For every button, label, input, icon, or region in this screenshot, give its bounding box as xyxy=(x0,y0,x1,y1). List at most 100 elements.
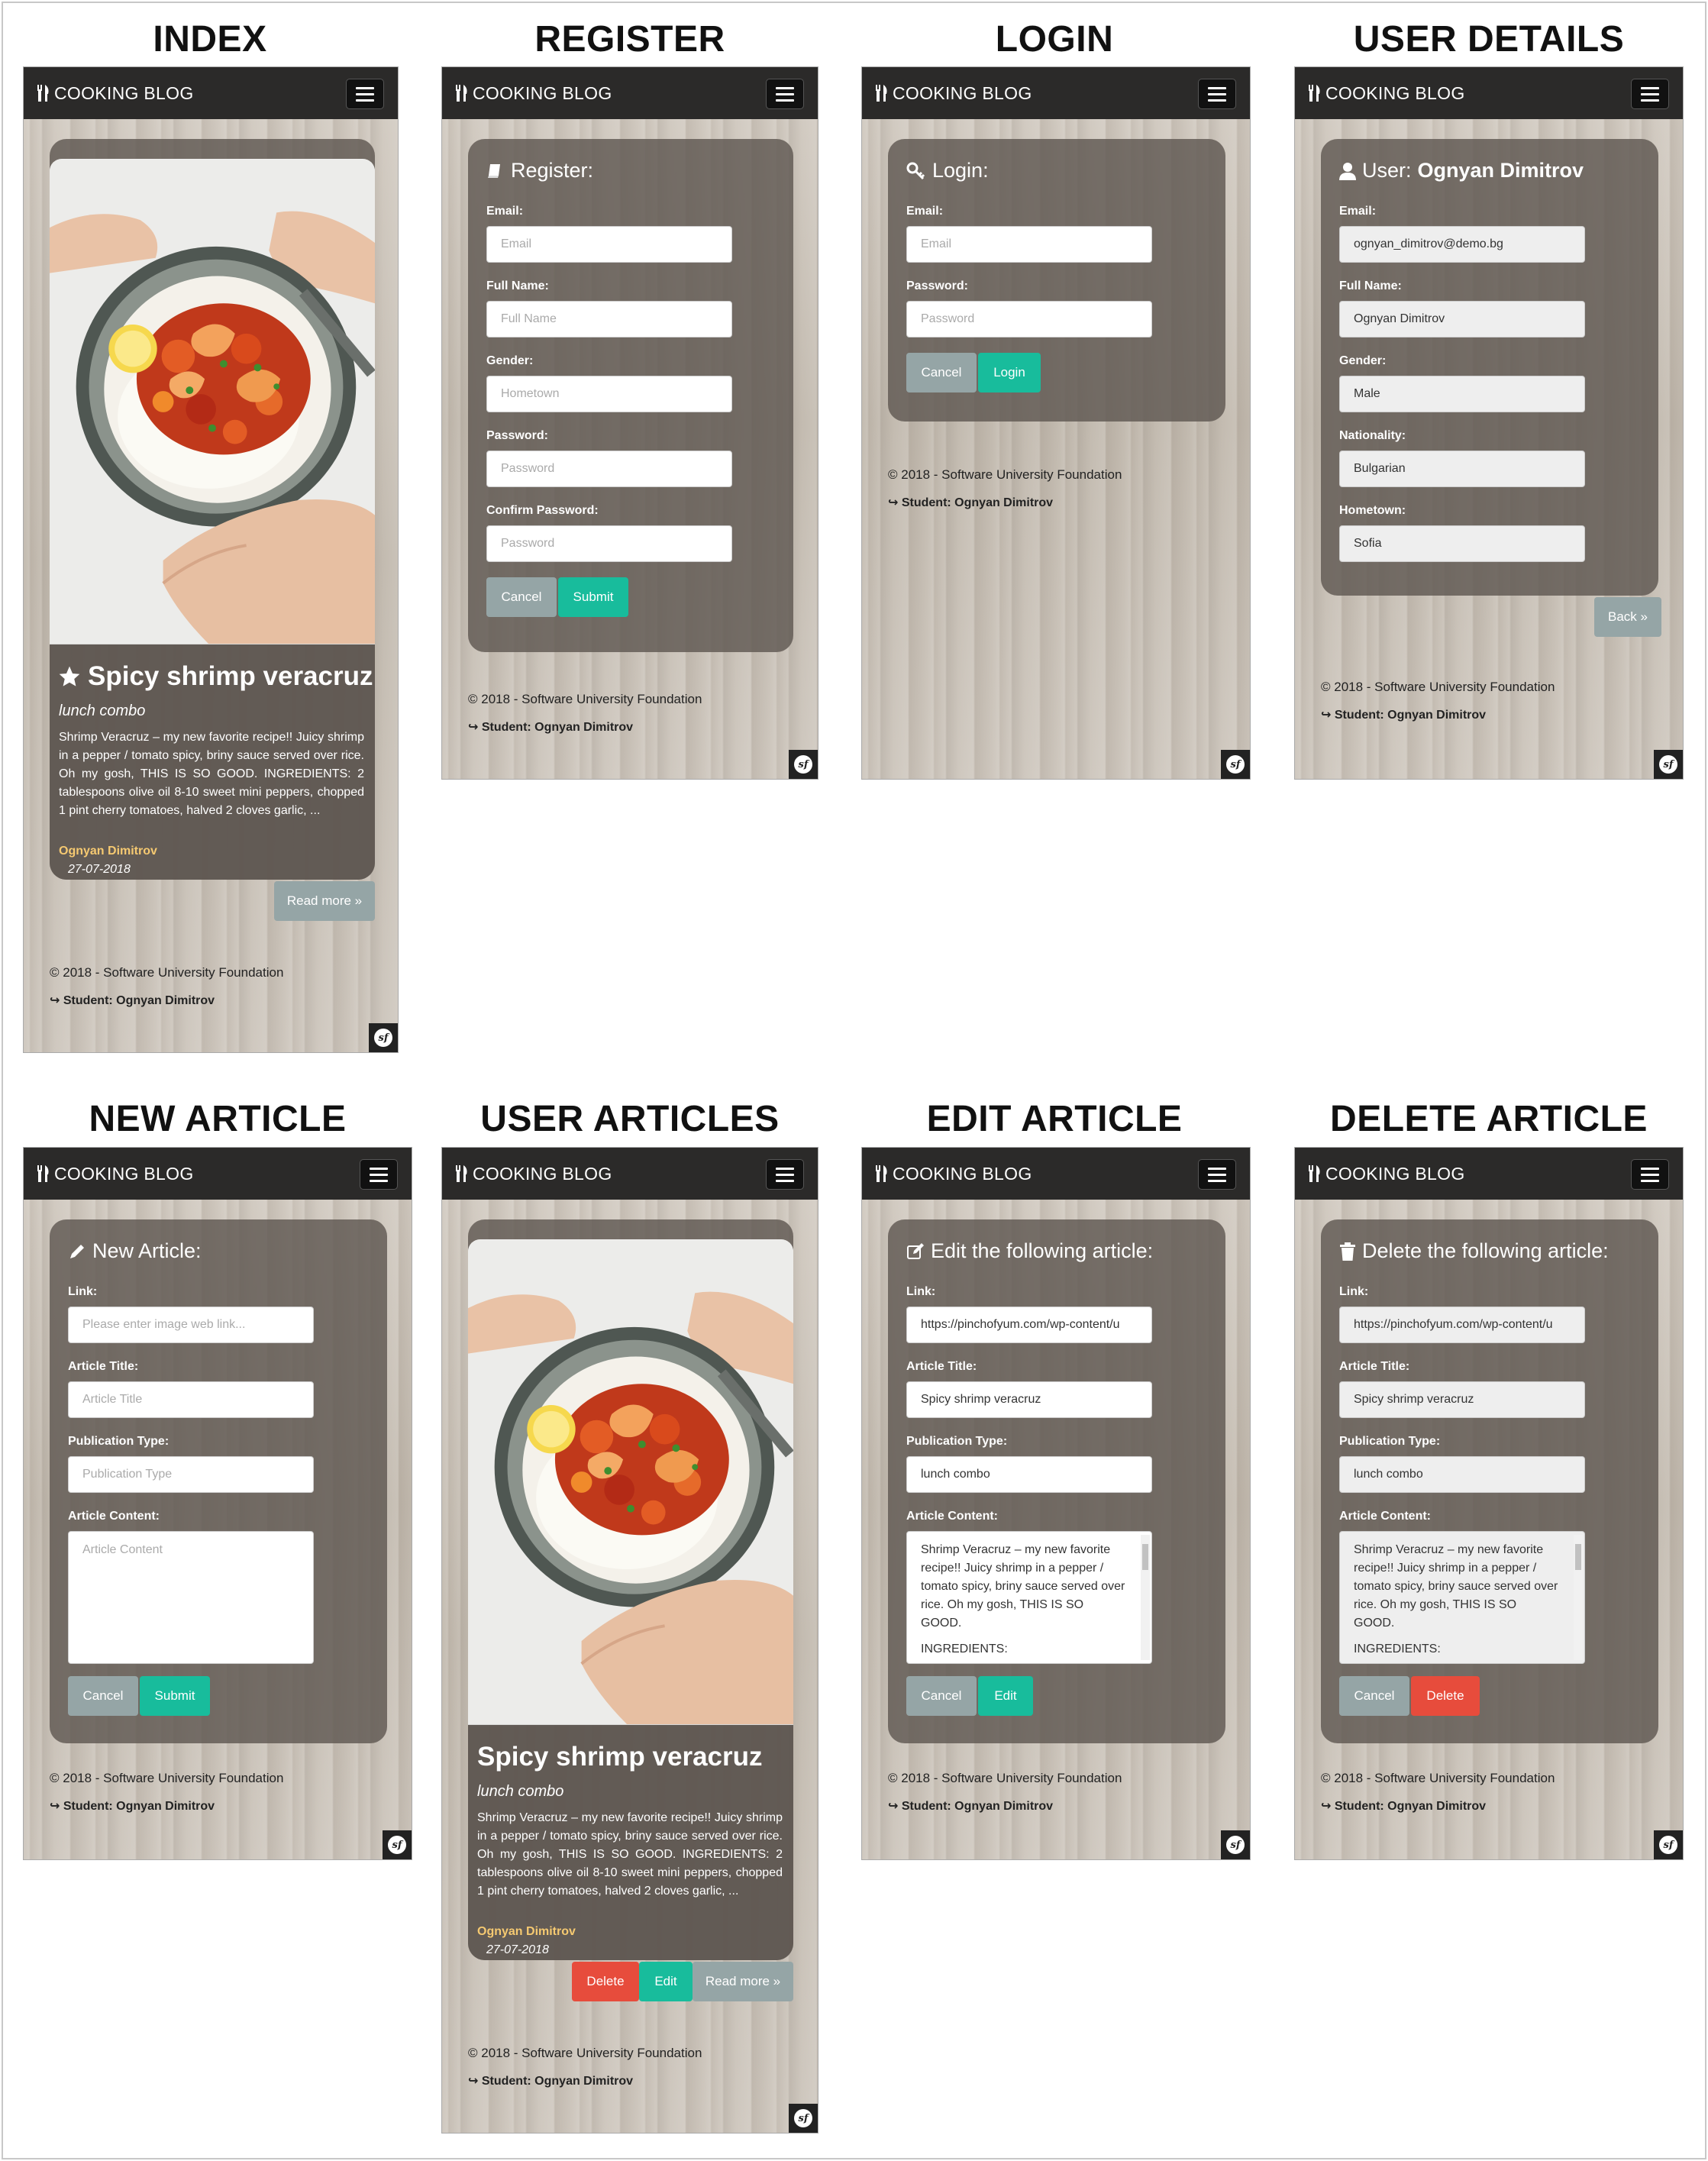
user-icon xyxy=(1339,162,1356,180)
edit-button[interactable]: Edit xyxy=(639,1962,693,2001)
publication-type-label: Publication Type: xyxy=(68,1435,170,1448)
textarea-scrollbar[interactable] xyxy=(1141,1535,1150,1660)
footer-student: ↪ Student: Ognyan Dimitrov xyxy=(888,1800,1054,1813)
symfony-toolbar-icon[interactable]: sf xyxy=(789,750,818,779)
navbar: COOKING BLOG xyxy=(1295,1148,1683,1200)
email-field[interactable]: Email xyxy=(906,226,1152,263)
article-content-field[interactable]: Shrimp Veracruz – my new favorite recipe… xyxy=(906,1531,1152,1664)
article-excerpt: Shrimp Veracruz – my new favorite recipe… xyxy=(477,1811,783,1898)
email-field[interactable]: Email xyxy=(486,226,732,263)
publication-type-label: Publication Type: xyxy=(1339,1435,1441,1448)
gender-label: Gender: xyxy=(486,354,534,367)
menu-toggle-button[interactable] xyxy=(360,1159,398,1190)
cancel-button[interactable]: Cancel xyxy=(1339,1676,1409,1716)
symfony-toolbar-icon[interactable]: sf xyxy=(1221,1830,1250,1859)
password-field[interactable]: Password xyxy=(486,451,732,487)
cancel-button[interactable]: Cancel xyxy=(906,353,977,392)
register-heading: Register: xyxy=(486,159,593,183)
login-heading: Login: xyxy=(906,159,989,183)
user-heading-name: Ognyan Dimitrov xyxy=(1417,159,1584,182)
gender-field: Male xyxy=(1339,376,1585,412)
brand-name: COOKING BLOG xyxy=(893,82,1032,103)
symfony-toolbar-icon[interactable]: sf xyxy=(1654,750,1683,779)
symfony-toolbar-icon[interactable]: sf xyxy=(789,2104,818,2133)
cancel-button[interactable]: Cancel xyxy=(486,577,557,617)
footer-student: ↪ Student: Ognyan Dimitrov xyxy=(1321,709,1487,722)
article-content-text: Shrimp Veracruz – my new favorite recipe… xyxy=(921,1543,1125,1630)
symfony-toolbar-icon[interactable]: sf xyxy=(1221,750,1250,779)
brand-name: COOKING BLOG xyxy=(473,82,612,103)
footer-copyright: © 2018 - Software University Foundation xyxy=(1321,1771,1555,1785)
symfony-toolbar-icon[interactable]: sf xyxy=(383,1830,412,1859)
fullname-field: Ognyan Dimitrov xyxy=(1339,301,1585,338)
user-articles-screen: COOKING BLOG Spicy shrimp veracruz lunch… xyxy=(441,1147,818,2134)
brand-name: COOKING BLOG xyxy=(1325,1163,1465,1184)
back-button[interactable]: Back » xyxy=(1594,597,1661,637)
textarea-scrollbar[interactable] xyxy=(1574,1535,1583,1660)
link-field[interactable]: https://pinchofyum.com/wp-content/u xyxy=(906,1307,1152,1343)
submit-button[interactable]: Submit xyxy=(140,1676,210,1716)
link-field[interactable]: Please enter image web link... xyxy=(68,1307,314,1343)
article-title-field: Spicy shrimp veracruz xyxy=(1339,1381,1585,1418)
footer-copyright: © 2018 - Software University Foundation xyxy=(888,1771,1122,1785)
article-title-field[interactable]: Article Title xyxy=(68,1381,314,1418)
brand-link[interactable]: COOKING BLOG xyxy=(36,1164,194,1184)
publication-type-field[interactable]: Publication Type xyxy=(68,1456,314,1493)
brand-link[interactable]: COOKING BLOG xyxy=(1307,83,1465,104)
link-label: Link: xyxy=(906,1285,936,1298)
read-more-button[interactable]: Read more » xyxy=(693,1962,793,2001)
fullname-field[interactable]: Full Name xyxy=(486,301,732,338)
brand-link[interactable]: COOKING BLOG xyxy=(874,83,1032,104)
article-content-field[interactable]: Article Content xyxy=(68,1531,314,1664)
brand-link[interactable]: COOKING BLOG xyxy=(454,83,612,104)
footer-student: ↪ Student: Ognyan Dimitrov xyxy=(468,721,634,734)
article-title[interactable]: Spicy shrimp veracruz xyxy=(57,661,373,692)
brand-link[interactable]: COOKING BLOG xyxy=(874,1164,1032,1184)
article-title-text: Spicy shrimp veracruz xyxy=(88,661,373,691)
read-more-button[interactable]: Read more » xyxy=(274,881,375,921)
gender-field[interactable]: Hometown xyxy=(486,376,732,412)
article-author: Ognyan Dimitrov xyxy=(59,845,157,858)
password-field[interactable]: Password xyxy=(906,301,1152,338)
delete-button[interactable]: Delete xyxy=(572,1962,639,2001)
cutlery-icon xyxy=(456,1165,467,1182)
article-date: 27-07-2018 xyxy=(486,1943,549,1956)
delete-button[interactable]: Delete xyxy=(1411,1676,1480,1716)
article-title-label: Article Title: xyxy=(906,1360,977,1373)
menu-toggle-button[interactable] xyxy=(1198,79,1236,109)
symfony-toolbar-icon[interactable]: sf xyxy=(1654,1830,1683,1859)
symfony-toolbar-icon[interactable]: sf xyxy=(369,1023,398,1052)
article-content-more: INGREDIENTS: xyxy=(921,1643,1008,1655)
new-article-screen: COOKING BLOG New Article: Link: Please e… xyxy=(23,1147,412,1860)
confirm-password-field[interactable]: Password xyxy=(486,525,732,562)
nationality-field: Bulgarian xyxy=(1339,451,1585,487)
menu-toggle-button[interactable] xyxy=(1631,79,1669,109)
menu-toggle-button[interactable] xyxy=(346,79,384,109)
brand-link[interactable]: COOKING BLOG xyxy=(1307,1164,1465,1184)
panel-title-edit-article: EDIT ARTICLE xyxy=(926,1099,1183,1139)
article-title[interactable]: Spicy shrimp veracruz xyxy=(477,1742,763,1772)
submit-button[interactable]: Submit xyxy=(558,577,628,617)
menu-toggle-button[interactable] xyxy=(1631,1159,1669,1190)
login-button[interactable]: Login xyxy=(978,353,1041,392)
navbar: COOKING BLOG xyxy=(862,1148,1250,1200)
edit-button[interactable]: Edit xyxy=(978,1676,1033,1716)
menu-toggle-button[interactable] xyxy=(766,1159,804,1190)
confirm-password-label: Confirm Password: xyxy=(486,504,599,517)
email-field: ognyan_dimitrov@demo.bg xyxy=(1339,226,1585,263)
footer-student: ↪ Student: Ognyan Dimitrov xyxy=(1321,1800,1487,1813)
menu-toggle-button[interactable] xyxy=(766,79,804,109)
password-label: Password: xyxy=(486,429,548,442)
key-icon xyxy=(906,162,925,179)
email-label: Email: xyxy=(906,205,944,218)
menu-toggle-button[interactable] xyxy=(1198,1159,1236,1190)
cancel-button[interactable]: Cancel xyxy=(68,1676,138,1716)
brand-link[interactable]: COOKING BLOG xyxy=(454,1164,612,1184)
edit-article-screen: COOKING BLOG Edit the following article:… xyxy=(861,1147,1251,1860)
cancel-button[interactable]: Cancel xyxy=(906,1676,977,1716)
footer-student: ↪ Student: Ognyan Dimitrov xyxy=(888,496,1054,509)
article-title-field[interactable]: Spicy shrimp veracruz xyxy=(906,1381,1152,1418)
brand-link[interactable]: COOKING BLOG xyxy=(36,83,194,104)
publication-type-field[interactable]: lunch combo xyxy=(906,1456,1152,1493)
cutlery-icon xyxy=(876,85,887,102)
